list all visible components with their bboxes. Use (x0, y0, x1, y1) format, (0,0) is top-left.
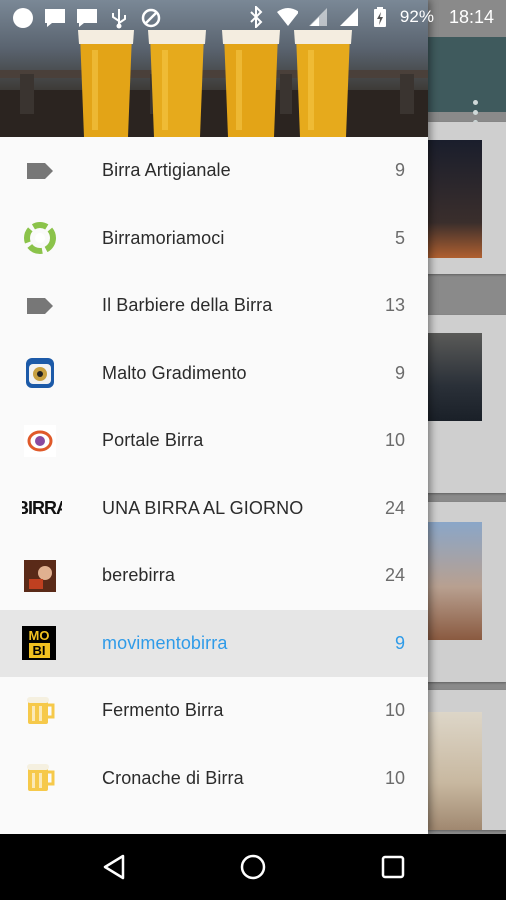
drawer-item-malto-gradimento[interactable]: Malto Gradimento 9 (0, 340, 428, 408)
feed-source-list: Birra Artigianale 9 Birramoriamoci 5 Il … (0, 137, 428, 812)
message-icon (44, 7, 66, 29)
recents-square-icon (381, 855, 405, 879)
card-thumbnail (428, 522, 482, 640)
drawer-item-label: movimentobirra (102, 632, 228, 653)
recents-button[interactable] (377, 851, 409, 883)
tag-icon (22, 153, 58, 189)
drawer-item-il-barbiere-della-birra[interactable]: Il Barbiere della Birra 13 (0, 272, 428, 340)
drawer-item-count: 5 (394, 227, 405, 248)
drawer-item-cronache-di-birra[interactable]: Cronache di Birra 10 (0, 745, 428, 813)
drawer-item-count: 9 (394, 632, 405, 653)
birra-text-logo-icon: BIRRA (22, 490, 62, 526)
drawer-item-label: Birra Artigianale (102, 160, 231, 181)
drawer-item-count: 9 (394, 160, 405, 181)
system-navigation-bar (0, 834, 506, 900)
back-triangle-icon (103, 854, 125, 880)
mobi-logo-bottom: BI (28, 643, 50, 659)
drawer-item-label: Il Barbiere della Birra (102, 295, 273, 316)
drawer-item-count: 9 (394, 362, 405, 383)
back-button[interactable] (98, 851, 130, 883)
mobi-logo-top: MO (28, 628, 50, 644)
drawer-item-label: Cronache di Birra (102, 767, 244, 788)
navigation-drawer: Birra Artigianale 9 Birramoriamoci 5 Il … (0, 0, 428, 834)
beer-mug-icon (22, 693, 58, 729)
battery-percentage: 92% (399, 7, 434, 26)
drawer-item-label: berebirra (102, 565, 175, 586)
clock-time: 18:14 (448, 6, 494, 27)
drawer-item-count: 13 (384, 295, 405, 316)
portale-birra-logo-icon (22, 423, 58, 459)
notification-icons (12, 7, 162, 29)
drawer-item-label: Fermento Birra (102, 700, 224, 721)
drawer-item-birra-artigianale[interactable]: Birra Artigianale 9 (0, 137, 428, 205)
blocked-icon (140, 7, 162, 29)
birra-logo-text: BIRRA (22, 497, 62, 518)
green-recycle-logo-icon (22, 220, 58, 256)
card-thumbnail (428, 140, 482, 258)
wifi-icon (276, 6, 298, 28)
berebirra-avatar-icon (22, 558, 58, 594)
signal-icon (338, 6, 360, 28)
home-button[interactable] (237, 851, 269, 883)
card-thumbnail (428, 333, 482, 421)
drawer-item-una-birra-al-giorno[interactable]: BIRRA UNA BIRRA AL GIORNO 24 (0, 475, 428, 543)
drawer-item-count: 10 (384, 767, 405, 788)
drawer-item-birramoriamoci[interactable]: Birramoriamoci 5 (0, 205, 428, 273)
drawer-item-label: UNA BIRRA AL GIORNO (102, 497, 304, 518)
drawer-item-label: Birramoriamoci (102, 227, 225, 248)
card-thumbnail (428, 712, 482, 830)
tag-icon (22, 288, 58, 324)
drawer-item-movimentobirra[interactable]: MO BI movimentobirra 9 (0, 609, 428, 677)
drawer-item-count: 10 (384, 700, 405, 721)
drawer-item-count: 24 (384, 497, 405, 518)
system-status-icons: 92% 18:14 (245, 6, 494, 28)
malto-gradimento-logo-icon (22, 355, 58, 391)
beer-mug-icon (22, 760, 58, 796)
mobi-logo-icon: MO BI (22, 626, 56, 661)
drawer-item-count: 24 (384, 565, 405, 586)
battery-charging-icon (369, 6, 391, 28)
drawer-item-label: Malto Gradimento (102, 362, 247, 383)
usb-icon (108, 7, 130, 29)
circle-notification-icon (12, 7, 34, 29)
bluetooth-icon (245, 6, 267, 28)
drawer-item-berebirra[interactable]: berebirra 24 (0, 542, 428, 610)
drawer-item-portale-birra[interactable]: Portale Birra 10 (0, 407, 428, 475)
signal-icon (307, 6, 329, 28)
drawer-item-count: 10 (384, 430, 405, 451)
drawer-item-fermento-birra[interactable]: Fermento Birra 10 (0, 677, 428, 745)
message-icon (76, 7, 98, 29)
status-bar: 92% 18:14 (0, 0, 506, 37)
home-circle-icon (240, 854, 266, 880)
drawer-item-label: Portale Birra (102, 430, 204, 451)
